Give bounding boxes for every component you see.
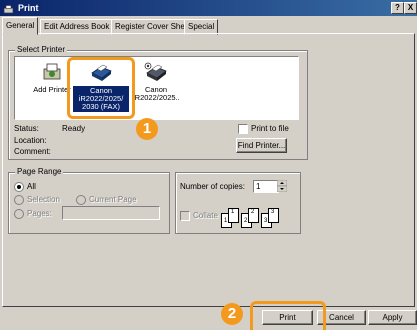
page-range-legend: Page Range	[15, 167, 64, 176]
print-to-file-checkbox[interactable]	[238, 124, 248, 134]
collate-page-icon: 3	[268, 208, 279, 223]
printer-list[interactable]: Add Printer Canon iR2022/2025/ 2030 (FAX…	[14, 56, 299, 120]
printer-item-label: Add Printer	[33, 85, 71, 94]
tab-general[interactable]: General	[2, 17, 39, 35]
all-label: All	[27, 182, 36, 191]
add-printer-icon	[42, 61, 62, 83]
collate-page-number: 2	[244, 218, 248, 224]
pages-radio[interactable]	[14, 209, 24, 219]
copies-stepper[interactable]	[276, 179, 288, 193]
collate-label: Collate	[193, 211, 218, 220]
number-of-copies-label: Number of copies:	[180, 182, 245, 191]
status-label: Status:	[14, 124, 39, 133]
select-printer-legend: Select Printer	[15, 45, 68, 54]
selection-radio[interactable]	[14, 195, 24, 205]
printer-item-label: Canon iR2022/2025..	[133, 85, 180, 102]
location-label: Location:	[14, 136, 47, 145]
callout-2-highlight	[250, 301, 326, 330]
close-button[interactable]: X	[404, 2, 417, 14]
collate-page-icon: 1	[228, 208, 239, 223]
callout-1-highlight	[67, 57, 135, 119]
collate-page-number: 1	[231, 209, 235, 215]
status-value: Ready	[62, 124, 86, 133]
callout-1-badge: 1	[136, 118, 158, 140]
apply-button[interactable]: Apply	[368, 310, 417, 325]
collate-page-number: 2	[251, 209, 255, 215]
window-title: Print	[18, 3, 39, 13]
title-bar: Print ? X	[0, 0, 417, 16]
collate-checkbox[interactable]	[180, 211, 190, 221]
collate-page-number: 3	[271, 209, 275, 215]
copies-input[interactable]: 1	[253, 180, 279, 193]
all-radio[interactable]	[14, 182, 24, 192]
pages-input[interactable]	[62, 206, 160, 220]
collate-page-number: 1	[224, 218, 228, 224]
current-page-radio[interactable]	[76, 195, 86, 205]
printer-item-canon[interactable]: Canon iR2022/2025..	[133, 61, 180, 102]
collate-page-icon: 2	[248, 208, 259, 223]
callout-2-badge: 2	[221, 303, 243, 325]
find-printer-button[interactable]: Find Printer...	[236, 138, 287, 153]
selection-label: Selection	[27, 195, 60, 204]
comment-label: Comment:	[14, 147, 51, 156]
help-button[interactable]: ?	[391, 2, 404, 14]
print-to-file-label: Print to file	[251, 124, 289, 133]
current-page-label: Current Page	[89, 195, 137, 204]
print-app-icon	[3, 3, 14, 14]
pages-label: Pages:	[27, 209, 52, 218]
collate-page-number: 3	[264, 218, 268, 224]
printer-item-add[interactable]: Add Printer	[33, 61, 71, 94]
printer-icon	[144, 61, 168, 83]
